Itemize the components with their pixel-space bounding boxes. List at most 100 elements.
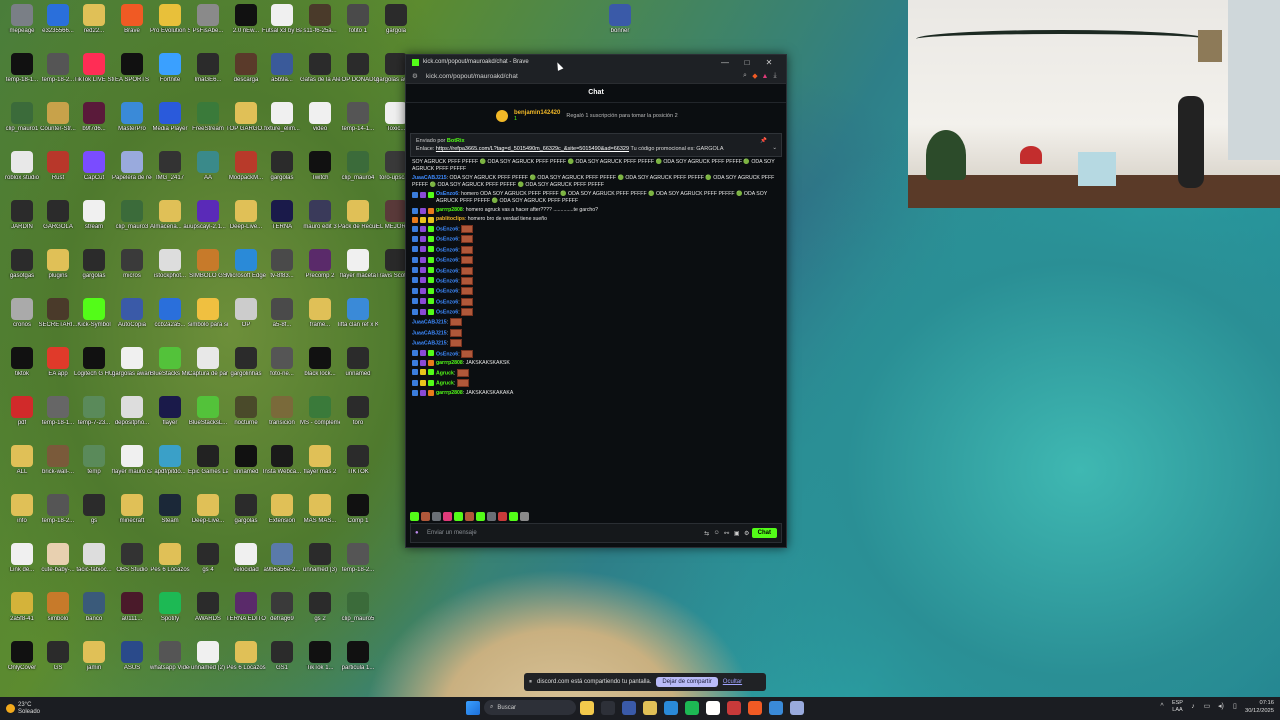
pinned-link[interactable]: https://refpa3665.com/L?tag=d_5015490m_6…	[436, 146, 629, 152]
language-indicator[interactable]: ESP LAA	[1172, 700, 1183, 714]
desktop-icon[interactable]: frame...	[300, 298, 340, 342]
chat-username[interactable]: garrrp2808	[436, 360, 463, 366]
chat-message[interactable]: OsEnzo6:	[412, 235, 780, 244]
gift-user[interactable]: benjamin142420	[514, 110, 560, 116]
desktop-icon[interactable]: flayer maceta	[338, 249, 378, 293]
desktop-icon[interactable]: GARGOLA	[38, 200, 78, 244]
search-box[interactable]: ⌕ Buscar	[484, 700, 576, 715]
emote[interactable]	[461, 297, 474, 306]
desktop-icon[interactable]: micros	[112, 249, 152, 293]
badge-icon[interactable]	[420, 390, 426, 397]
chat-username[interactable]: OsEnzo6	[436, 191, 458, 197]
desktop-icon[interactable]: Pes 6 Locazos	[150, 543, 190, 587]
desktop-icon[interactable]: Rust	[38, 151, 78, 195]
badge-icon[interactable]	[428, 360, 434, 367]
zoom-icon[interactable]: ⌕	[740, 72, 750, 80]
emote[interactable]	[421, 512, 430, 521]
desktop-icon[interactable]: gargolas	[226, 494, 266, 538]
chat-username[interactable]: Agruck	[436, 381, 454, 387]
desktop-icon[interactable]: s11-f6-25a...	[300, 4, 340, 48]
emote[interactable]	[443, 512, 452, 521]
desktop-icon[interactable]: a5b9a...	[262, 53, 302, 97]
desktop-icon[interactable]: EA app	[38, 347, 78, 391]
badge-icon[interactable]	[428, 256, 434, 263]
desktop-icon[interactable]: gs	[74, 494, 114, 538]
desktop-icon[interactable]: clip_mauro5	[338, 592, 378, 636]
desktop-icon[interactable]: simbolo para sin fondo	[188, 298, 228, 342]
badge-icon[interactable]	[412, 369, 418, 376]
badge-icon[interactable]	[412, 207, 418, 214]
desktop-icon[interactable]: Microsoft Edge	[226, 249, 266, 293]
badge-icon[interactable]	[428, 235, 434, 242]
taskbar-app-icon[interactable]	[685, 700, 699, 715]
badge-icon[interactable]	[420, 191, 426, 198]
desktop-icon[interactable]: GS1	[262, 641, 302, 685]
badge-icon[interactable]	[412, 360, 418, 367]
desktop-icon[interactable]: a9b6a56e-2...	[262, 543, 302, 587]
desktop-icon[interactable]: SIMBOLO GS	[188, 249, 228, 293]
emote[interactable]	[476, 512, 485, 521]
desktop-icon[interactable]: unnamed (3)	[300, 543, 340, 587]
taskbar-app-icon[interactable]	[601, 700, 615, 715]
desktop-icon[interactable]: brick-wall-...	[38, 445, 78, 489]
desktop-icon[interactable]: temp-18-2...	[338, 543, 378, 587]
badge-icon[interactable]	[420, 235, 426, 242]
pinned-sender[interactable]: BotRix	[447, 138, 465, 144]
emote[interactable]	[456, 368, 469, 377]
download-icon[interactable]: ⤓	[770, 72, 780, 80]
desktop-icon[interactable]: TOP GARGO...	[226, 102, 266, 146]
desktop-icon[interactable]: MS - complemento	[300, 396, 340, 440]
chat-message[interactable]: OsEnzo6:	[412, 308, 780, 316]
message-input[interactable]: Enviar un mensaje	[427, 530, 702, 536]
badge-icon[interactable]	[412, 256, 418, 263]
emote[interactable]	[461, 287, 474, 296]
url-text[interactable]: kick.com/popout/mauroakd/chat	[426, 73, 740, 80]
clock[interactable]: 07:16 30/12/2025	[1245, 699, 1274, 715]
pin-icon[interactable]: 📌	[760, 137, 767, 145]
desktop-icon[interactable]: Logitech G HUB	[74, 347, 114, 391]
chat-message[interactable]: OsEnzo6:	[412, 297, 780, 306]
desktop-icon[interactable]: Papelera de recicl...	[112, 151, 152, 195]
desktop-icon[interactable]: ALL	[2, 445, 42, 489]
shield-icon[interactable]: ◆	[750, 72, 760, 80]
desktop-icon[interactable]: Pro Evolution Soccer 6	[150, 4, 190, 48]
desktop-icon[interactable]: video	[300, 102, 340, 146]
chat-message[interactable]: OsEnzo6:	[412, 287, 780, 296]
desktop-icon[interactable]: Link de...	[2, 543, 42, 587]
desktop-icon[interactable]: temp-7-23...	[74, 396, 114, 440]
desktop-icon[interactable]: red22...	[74, 4, 114, 48]
chat-message[interactable]: OsEnzo6:	[412, 245, 780, 254]
desktop-icon[interactable]: lifta clan ref x Kick mauro...	[338, 298, 378, 342]
desktop-icon[interactable]: foto-ne...	[262, 347, 302, 391]
emote[interactable]	[432, 512, 441, 521]
badge-icon[interactable]	[420, 225, 426, 232]
badge-icon[interactable]	[428, 267, 434, 273]
desktop-icon[interactable]: particula 1...	[338, 641, 378, 685]
badge-icon[interactable]	[420, 267, 426, 273]
desktop-icon[interactable]: OnlyCover	[2, 641, 42, 685]
desktop-icon[interactable]: simbolo	[38, 592, 78, 636]
address-bar[interactable]: ⚙ kick.com/popout/mauroakd/chat ⌕ ◆ ▲ ⤓	[406, 69, 786, 84]
desktop-icon[interactable]: Deep-Live...	[226, 200, 266, 244]
desktop-icon[interactable]: gargolas awards	[112, 347, 152, 391]
mention-icon[interactable]: ⇆	[702, 530, 712, 537]
taskbar-app-icon[interactable]	[769, 700, 783, 715]
desktop-icon[interactable]: info	[2, 494, 42, 538]
chat-username[interactable]: Agruck	[436, 370, 454, 376]
desktop-icon[interactable]: flayer	[150, 396, 190, 440]
chat-message[interactable]: OsEnzo6:	[412, 349, 780, 358]
desktop-icon[interactable]: Insta Webca...	[262, 445, 302, 489]
desktop-icon[interactable]: temp	[74, 445, 114, 489]
badge-icon[interactable]	[428, 350, 434, 356]
desktop-icon[interactable]: Extension	[262, 494, 302, 538]
badge-icon[interactable]	[412, 308, 418, 315]
emote[interactable]	[449, 328, 462, 337]
chat-message[interactable]: pablitoclips: homero bro de verdad tiene…	[412, 216, 780, 223]
chat-username[interactable]: OsEnzo6	[436, 247, 458, 253]
chat-message[interactable]: garrrp2808: homero agruck vas a hacer af…	[412, 207, 780, 214]
chat-message[interactable]: Agruck:	[412, 379, 780, 388]
desktop-icon[interactable]: gargolas	[262, 151, 302, 195]
chat-composer[interactable]: ● Enviar un mensaje ⇆ ☺ ⚯ ▣ ⚙ Chat	[410, 523, 782, 543]
desktop-icon[interactable]: Comp 1	[338, 494, 378, 538]
chat-username[interactable]: OsEnzo6	[436, 351, 458, 357]
